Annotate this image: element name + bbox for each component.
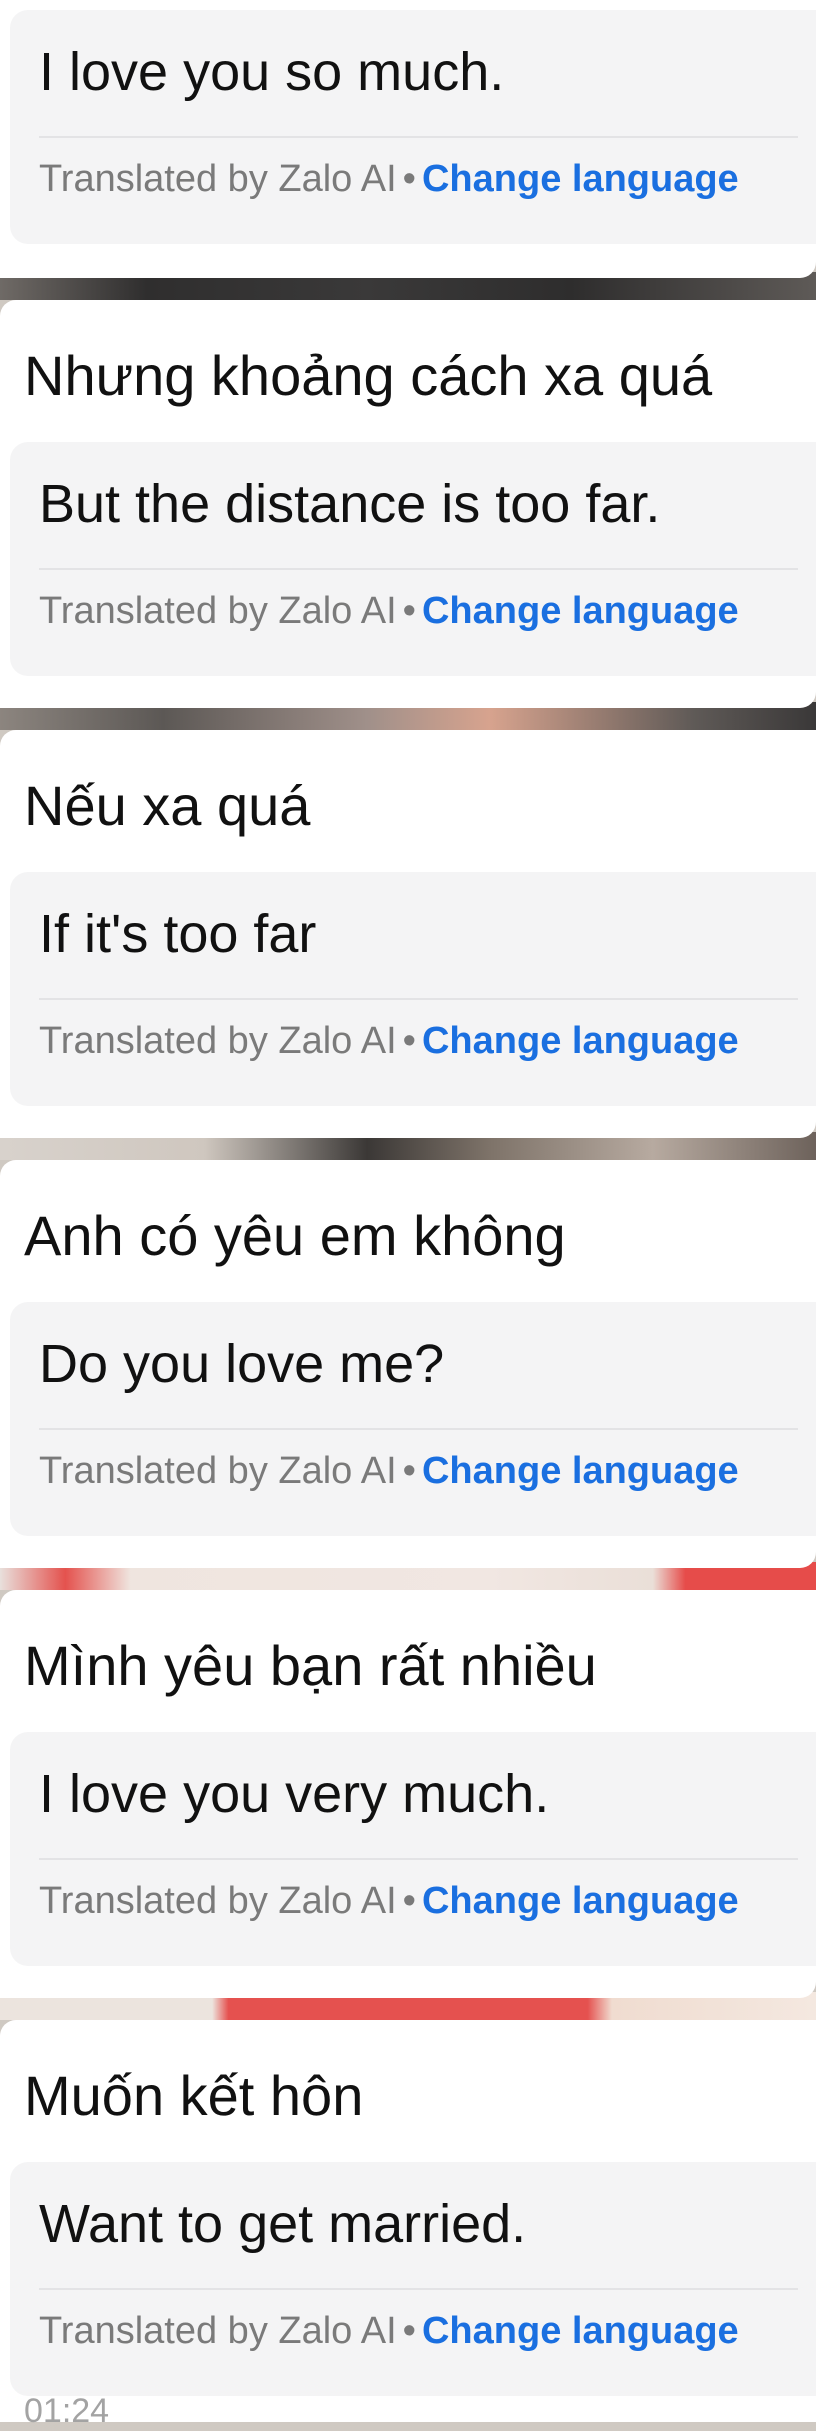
translation-footer: Translated by Zalo AI • Change language (39, 154, 739, 204)
original-message-text: Nếu xa quá (24, 774, 311, 837)
separator-dot: • (402, 1020, 416, 1062)
translation-text: Want to get married. (39, 2194, 527, 2254)
translation-box: I love you so much. Translated by Zalo A… (10, 10, 816, 244)
separator-dot: • (402, 2310, 416, 2352)
separator-dot: • (402, 158, 416, 200)
message-card[interactable]: Anh có yêu em không Do you love me? Tran… (0, 1160, 816, 1568)
translation-footer: Translated by Zalo AI • Change language (39, 586, 739, 636)
translation-footer: Translated by Zalo AI • Change language (39, 1876, 739, 1926)
translated-by-label: Translated by Zalo AI (39, 590, 397, 632)
translation-text: I love you very much. (39, 1764, 550, 1824)
translated-by-label: Translated by Zalo AI (39, 1880, 397, 1922)
change-language-link[interactable]: Change language (422, 1880, 739, 1922)
original-message-text: Muốn kết hôn (24, 2064, 364, 2127)
translation-box: But the distance is too far. Translated … (10, 442, 816, 676)
original-message-text: Mình yêu bạn rất nhiều (24, 1634, 597, 1697)
translation-divider (39, 998, 798, 1000)
translated-by-label: Translated by Zalo AI (39, 1020, 397, 1062)
change-language-link[interactable]: Change language (422, 1450, 739, 1492)
translation-divider (39, 1428, 798, 1430)
original-message-text: Nhưng khoảng cách xa quá (24, 344, 713, 407)
separator-dot: • (402, 590, 416, 632)
message-card[interactable]: Muốn kết hôn Want to get married. Transl… (0, 2020, 816, 2430)
separator-dot: • (402, 1880, 416, 1922)
separator-dot: • (402, 1450, 416, 1492)
translation-text: But the distance is too far. (39, 474, 661, 534)
message-card[interactable]: Mình yêu bạn rất nhiều I love you very m… (0, 1590, 816, 1998)
translation-divider (39, 2288, 798, 2290)
translation-divider (39, 568, 798, 570)
translation-footer: Translated by Zalo AI • Change language (39, 2306, 739, 2356)
message-card[interactable]: Nếu xa quá If it's too far Translated by… (0, 730, 816, 1138)
change-language-link[interactable]: Change language (422, 158, 739, 200)
translated-by-label: Translated by Zalo AI (39, 2310, 397, 2352)
translation-text: Do you love me? (39, 1334, 445, 1394)
original-message-text: Anh có yêu em không (24, 1204, 566, 1267)
change-language-link[interactable]: Change language (422, 2310, 739, 2352)
message-card[interactable]: I love you so much. Translated by Zalo A… (0, 0, 816, 278)
translated-by-label: Translated by Zalo AI (39, 1450, 397, 1492)
change-language-link[interactable]: Change language (422, 590, 739, 632)
change-language-link[interactable]: Change language (422, 1020, 739, 1062)
translation-footer: Translated by Zalo AI • Change language (39, 1016, 739, 1066)
translation-divider (39, 1858, 798, 1860)
translation-text: If it's too far (39, 904, 317, 964)
translation-box: Want to get married. Translated by Zalo … (10, 2162, 816, 2396)
message-timestamp: 01:24 (24, 2392, 110, 2430)
translated-by-label: Translated by Zalo AI (39, 158, 397, 200)
translation-box: Do you love me? Translated by Zalo AI • Ch… (10, 1302, 816, 1536)
translation-box: If it's too far Translated by Zalo AI • Ch… (10, 872, 816, 1106)
message-card[interactable]: Nhưng khoảng cách xa quá But the distanc… (0, 300, 816, 708)
translation-divider (39, 136, 798, 138)
translation-box: I love you very much. Translated by Zalo… (10, 1732, 816, 1966)
translation-footer: Translated by Zalo AI • Change language (39, 1446, 739, 1496)
translation-text: I love you so much. (39, 42, 505, 102)
